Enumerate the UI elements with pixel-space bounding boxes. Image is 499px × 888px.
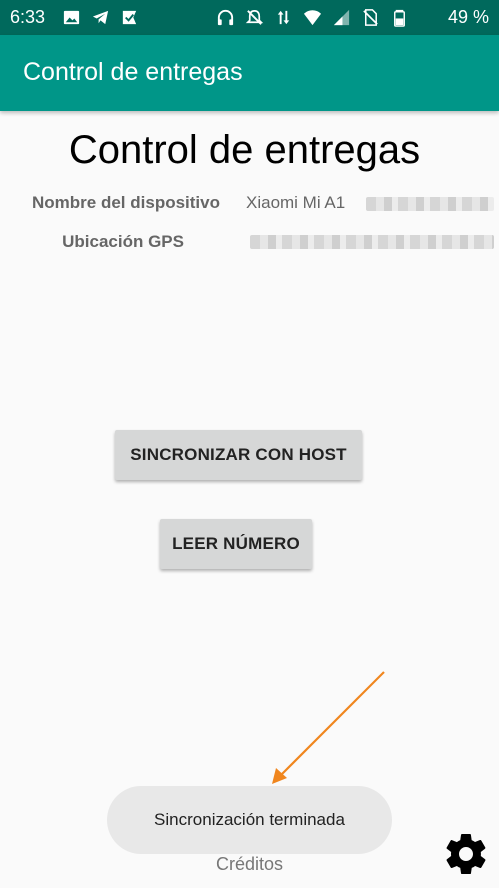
app-bar: Control de entregas xyxy=(0,35,499,111)
device-name-redacted xyxy=(366,197,494,211)
battery-icon xyxy=(390,8,409,27)
device-name-value: Xiaomi Mi A1 xyxy=(246,193,346,212)
settings-button[interactable] xyxy=(442,830,490,878)
status-right-icons xyxy=(216,8,409,27)
page-title: Control de entregas xyxy=(68,128,421,172)
credits-link[interactable]: Créditos xyxy=(0,854,499,875)
telegram-icon xyxy=(91,8,110,27)
device-name-label: Nombre del dispositivo xyxy=(32,193,220,212)
toast-message: Sincronización terminada xyxy=(107,786,392,854)
notifications-off-icon xyxy=(245,8,264,27)
gps-location-label: Ubicación GPS xyxy=(62,232,184,251)
sim-off-icon xyxy=(361,8,380,27)
read-number-button[interactable]: LEER NÚMERO xyxy=(160,519,312,569)
battery-percent: 49 % xyxy=(447,7,489,27)
app-bar-title: Control de entregas xyxy=(23,58,243,86)
check-badge-icon xyxy=(120,8,139,27)
headphones-icon xyxy=(216,8,235,27)
status-bar: 6:33 49 % xyxy=(0,0,499,35)
image-icon xyxy=(62,8,81,27)
gps-location-redacted xyxy=(250,235,494,249)
signal-icon xyxy=(332,8,351,27)
gear-icon xyxy=(446,834,486,875)
toast-text: Sincronización terminada xyxy=(154,810,345,829)
status-left-icons xyxy=(62,8,139,27)
data-arrows-icon xyxy=(274,8,293,27)
wifi-icon xyxy=(303,8,322,27)
status-time: 6:33 xyxy=(10,7,46,27)
sync-host-button[interactable]: SINCRONIZAR CON HOST xyxy=(115,430,362,480)
